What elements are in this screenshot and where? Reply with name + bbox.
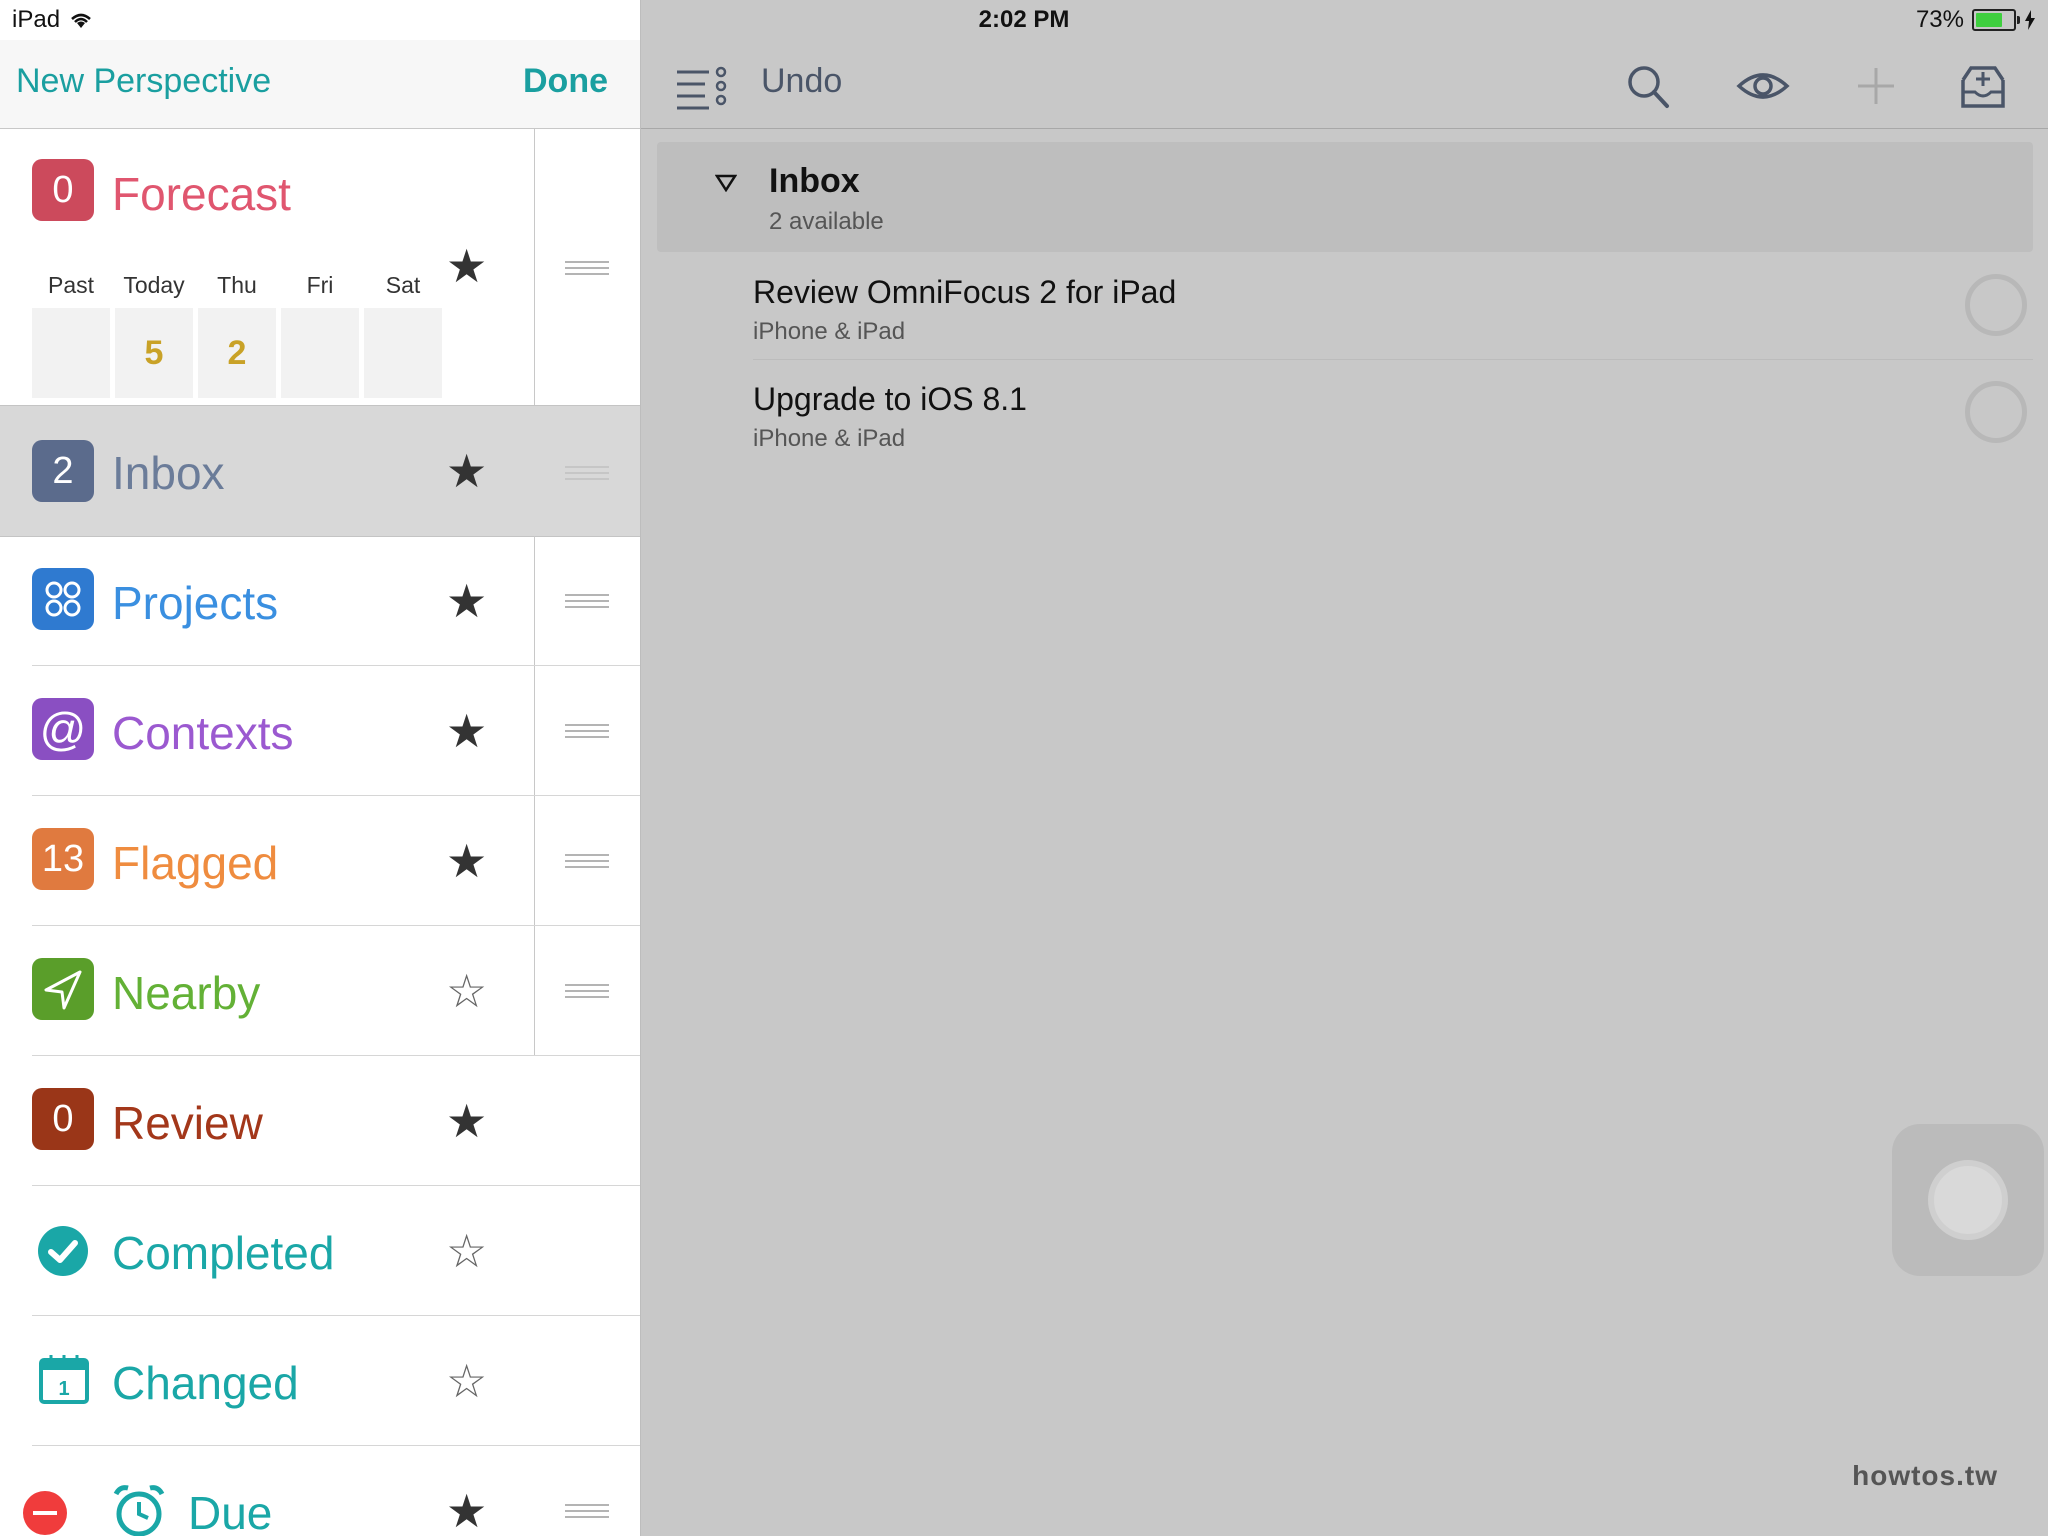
- task-title: Upgrade to iOS 8.1: [753, 381, 1027, 417]
- task-row[interactable]: Review OmniFocus 2 for iPad iPhone & iPa…: [753, 254, 2033, 360]
- status-time: 2:02 PM: [978, 6, 1070, 33]
- perspective-label: Forecast: [112, 168, 291, 220]
- row-divider: [534, 926, 535, 1056]
- task-context: iPhone & iPad: [753, 425, 906, 452]
- inbox-group-header[interactable]: Inbox 2 available: [657, 142, 2033, 252]
- toolbar: Undo: [641, 40, 2048, 129]
- task-row[interactable]: Upgrade to iOS 8.1 iPhone & iPad: [753, 361, 2033, 467]
- main-panel: Undo Inbox 2 available Review OmniFocus: [641, 0, 2048, 1536]
- perspective-due[interactable]: Due ★: [0, 1446, 640, 1536]
- favorite-star-outline-icon[interactable]: ☆: [446, 1358, 487, 1404]
- perspective-label: Due: [188, 1487, 273, 1536]
- favorite-star-icon[interactable]: ★: [446, 1488, 487, 1534]
- forecast-cell[interactable]: [364, 308, 442, 398]
- inbox-badge: 2: [32, 440, 94, 502]
- row-divider: [534, 796, 535, 926]
- view-eye-icon[interactable]: [1733, 58, 1793, 114]
- sidebar-header: New Perspective Done: [0, 40, 640, 129]
- status-right: 73%: [1916, 6, 2036, 34]
- task-context: iPhone & iPad: [753, 318, 906, 345]
- battery-fill: [1976, 13, 2003, 27]
- forecast-day: Thu: [217, 272, 257, 298]
- forecast-day: Past: [47, 272, 95, 298]
- perspective-label: Completed: [112, 1227, 335, 1279]
- favorite-star-icon[interactable]: ★: [446, 448, 487, 494]
- reorder-handle-icon[interactable]: [565, 1504, 609, 1518]
- group-title: Inbox: [769, 162, 860, 200]
- perspective-label: Changed: [112, 1357, 299, 1409]
- favorite-star-outline-icon[interactable]: ☆: [446, 1228, 487, 1274]
- reorder-handle-icon[interactable]: [565, 261, 609, 275]
- perspective-projects[interactable]: Projects ★: [0, 536, 640, 666]
- perspective-changed[interactable]: 1 Changed ☆: [0, 1316, 640, 1446]
- perspective-inbox[interactable]: 2 Inbox ★: [0, 405, 640, 537]
- forecast-day: Today: [123, 272, 185, 298]
- perspective-label: Review: [112, 1097, 263, 1149]
- disclosure-triangle-icon[interactable]: [715, 174, 737, 192]
- forecast-day: Sat: [385, 272, 421, 298]
- perspective-label: Contexts: [112, 707, 294, 759]
- undo-button[interactable]: Undo: [761, 62, 842, 101]
- perspective-label: Inbox: [112, 447, 225, 499]
- forecast-cell[interactable]: 2: [198, 308, 276, 398]
- perspective-contexts[interactable]: @ Contexts ★: [0, 666, 640, 796]
- done-button[interactable]: Done: [523, 62, 608, 101]
- reorder-handle-icon[interactable]: [565, 594, 609, 608]
- reorder-handle-icon[interactable]: [565, 466, 609, 480]
- favorite-star-icon[interactable]: ★: [446, 1098, 487, 1144]
- row-divider: [534, 666, 535, 796]
- assistive-touch-button[interactable]: [1892, 1124, 2044, 1276]
- forecast-cell[interactable]: [32, 308, 110, 398]
- forecast-cell[interactable]: 5: [115, 308, 193, 398]
- contexts-icon: @: [32, 698, 94, 760]
- reorder-handle-icon[interactable]: [565, 984, 609, 998]
- task-complete-checkbox[interactable]: [1965, 381, 2027, 443]
- reorder-handle-icon[interactable]: [565, 854, 609, 868]
- search-icon[interactable]: [1619, 58, 1679, 114]
- favorite-star-icon[interactable]: ★: [446, 838, 487, 884]
- perspective-completed[interactable]: Completed ☆: [0, 1186, 640, 1316]
- perspective-label: Nearby: [112, 967, 261, 1019]
- status-bar: iPad 2:02 PM 73%: [0, 0, 2048, 40]
- nearby-arrow-glyph: [44, 970, 82, 1010]
- location-arrow-icon: [32, 958, 94, 1020]
- perspective-nearby[interactable]: Nearby ☆: [0, 926, 640, 1056]
- delete-circle-icon[interactable]: [22, 1490, 68, 1536]
- favorite-star-icon[interactable]: ★: [446, 578, 487, 624]
- calendar-day-number: 1: [58, 1378, 70, 1400]
- row-divider: [534, 129, 535, 405]
- battery-icon: [1972, 9, 2020, 31]
- flagged-badge: 13: [32, 828, 94, 890]
- perspective-label: Flagged: [112, 837, 279, 889]
- group-available-count: 2 available: [769, 208, 884, 235]
- watermark: howtos.tw: [1852, 1460, 1998, 1491]
- new-perspective-button[interactable]: New Perspective: [16, 62, 271, 101]
- projects-icon: [32, 568, 94, 630]
- battery-percent: 73%: [1915, 6, 1964, 33]
- perspective-label: Projects: [112, 577, 279, 629]
- favorite-star-icon[interactable]: ★: [446, 243, 487, 289]
- favorite-star-icon[interactable]: ★: [446, 708, 487, 754]
- perspective-review[interactable]: 0 Review ★: [0, 1056, 640, 1186]
- favorite-star-outline-icon[interactable]: ☆: [446, 968, 487, 1014]
- assistive-touch-inner: [1928, 1160, 2008, 1240]
- perspective-flagged[interactable]: 13 Flagged ★: [0, 796, 640, 926]
- forecast-cell[interactable]: [281, 308, 359, 398]
- forecast-badge: 0: [32, 159, 94, 221]
- review-badge: 0: [32, 1088, 94, 1150]
- inbox-add-icon[interactable]: [1953, 58, 2013, 114]
- charging-bolt-icon: [2025, 10, 2035, 30]
- forecast-day: Fri: [306, 272, 334, 298]
- projects-circles-icon: [45, 581, 81, 617]
- alarm-clock-icon: [113, 1485, 165, 1536]
- reorder-handle-icon[interactable]: [565, 724, 609, 738]
- row-divider: [534, 536, 535, 666]
- add-icon[interactable]: [1846, 58, 1906, 114]
- perspectives-sidebar: New Perspective Done 0 Forecast ★ Past T…: [0, 0, 641, 1536]
- row-separator: [753, 359, 2033, 360]
- checkmark-circle-icon: [38, 1226, 88, 1276]
- task-title: Review OmniFocus 2 for iPad: [753, 274, 1177, 310]
- perspectives-list-icon[interactable]: [671, 58, 731, 114]
- task-complete-checkbox[interactable]: [1965, 274, 2027, 336]
